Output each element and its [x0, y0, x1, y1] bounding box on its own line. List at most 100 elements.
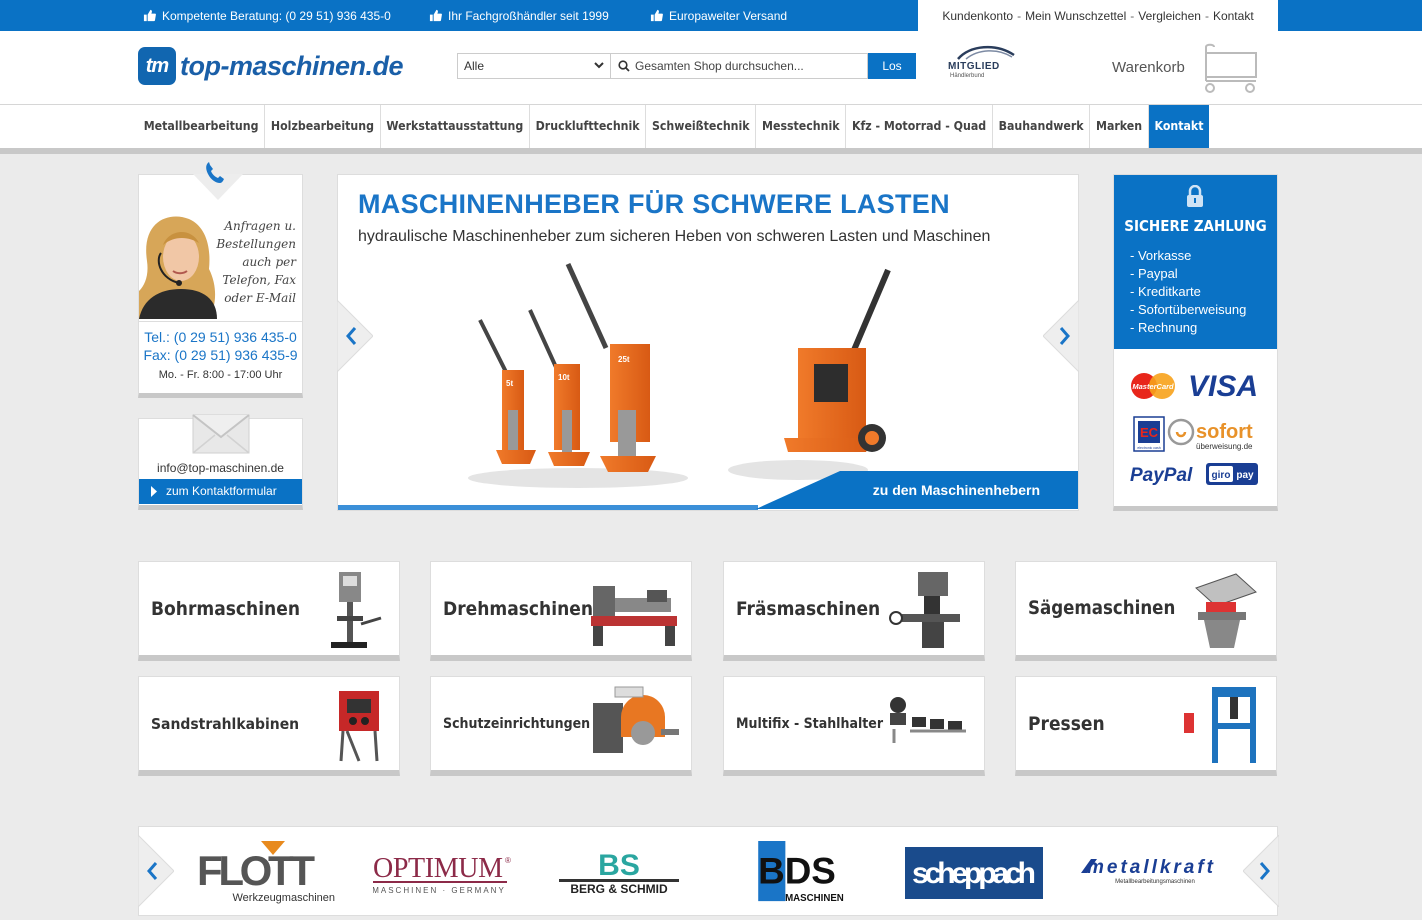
nav-item-holzbearbeitung[interactable]: Holzbearbeitung: [265, 105, 381, 148]
top-bar: Kompetente Beratung: (0 29 51) 936 435-0…: [0, 0, 1422, 31]
slider-next-button[interactable]: [1043, 300, 1079, 372]
hero-slider: MASCHINENHEBER FÜR SCHWERE LASTEN hydrau…: [337, 174, 1079, 511]
nav-divider: [0, 148, 1422, 154]
search-bar: Alle Gesamten Shop durchsuchen... Los: [457, 53, 916, 79]
cart-label[interactable]: Warenkorb: [1112, 59, 1185, 76]
payment-header: SICHERE ZAHLUNG - Vorkasse - Paypal - Kr…: [1114, 175, 1277, 349]
mastercard-text: MasterCard: [1132, 382, 1174, 391]
slide-accent-stripe: [338, 505, 758, 510]
thumbs-up-icon: [650, 9, 663, 22]
bds-text: BDS: [758, 851, 836, 892]
logo-text: top-maschinen.de: [180, 50, 404, 81]
brands-prev-button[interactable]: [138, 835, 174, 907]
category-tile-pressen[interactable]: Pressen: [1015, 676, 1277, 776]
contact-note-line: Bestellungen: [216, 237, 296, 251]
brand-logo-bds[interactable]: BDS MASCHINEN: [745, 841, 849, 905]
jack-label-5t: 5t: [506, 379, 513, 388]
sofort-logo: sofort überweisung.de: [1167, 418, 1253, 451]
secure-payment-box: SICHERE ZAHLUNG - Vorkasse - Paypal - Kr…: [1113, 174, 1278, 511]
jack-label-10t: 10t: [558, 373, 570, 382]
email-address[interactable]: info@top-maschinen.de: [139, 461, 302, 475]
search-category-value: Alle: [464, 59, 485, 73]
payment-method: - Rechnung: [1130, 320, 1198, 335]
optimum-registered-mark: ®: [505, 856, 511, 865]
brand-logo-metallkraft[interactable]: metallkraft Metallbearbeitungsmaschinen: [1079, 841, 1219, 905]
nav-item-schweisstechnik[interactable]: Schweißtechnik: [646, 105, 757, 148]
search-button[interactable]: Los: [868, 53, 916, 79]
tool-holder-image: [890, 697, 966, 743]
nav-item-marken[interactable]: Marken: [1090, 105, 1149, 148]
search-category-select[interactable]: Alle: [457, 53, 611, 79]
category-tile-fraesmaschinen[interactable]: Fräsmaschinen: [723, 561, 985, 661]
brands-next-button[interactable]: [1243, 835, 1279, 907]
brand-logo-flott[interactable]: FLOTT Werkzeugmaschinen: [195, 841, 337, 905]
payment-method: - Sofortüberweisung: [1130, 302, 1247, 317]
workshop-press-image: [1184, 687, 1256, 763]
payment-methods: - Vorkasse - Paypal - Kreditkarte - Sofo…: [1130, 247, 1246, 337]
nav-item-bauhandwerk[interactable]: Bauhandwerk: [993, 105, 1091, 148]
optimum-text: OPTIMUM: [373, 853, 503, 884]
payment-method: - Paypal: [1130, 266, 1178, 281]
nav-list: Metallbearbeitung Holzbearbeitung Werkst…: [138, 105, 1210, 148]
main-navigation: Metallbearbeitung Holzbearbeitung Werkst…: [0, 105, 1422, 149]
cart-icon[interactable]: [1200, 43, 1262, 95]
link-customer-account[interactable]: Kundenkonto: [942, 9, 1013, 23]
site-logo[interactable]: tm top-maschinen.de: [138, 47, 404, 85]
contact-form-link-label: zum Kontaktformular: [166, 484, 277, 498]
mastercard-logo: MasterCard: [1131, 373, 1175, 399]
brand-logo-scheppach[interactable]: scheppach: [905, 841, 1043, 905]
badge-swoosh-icon: [957, 45, 1015, 60]
category-tile-schutzeinrichtungen[interactable]: Schutzeinrichtungen: [430, 676, 692, 776]
nav-item-kfz[interactable]: Kfz - Motorrad - Quad: [846, 105, 993, 148]
payment-method: - Vorkasse: [1130, 248, 1192, 263]
haendlerbund-member-badge[interactable]: MITGLIED Händlerbund: [948, 43, 1018, 83]
link-wishlist[interactable]: Mein Wunschzettel: [1025, 9, 1126, 23]
contact-note: Anfragen u. Bestellungen auch per Telefo…: [206, 217, 296, 307]
machine-jacks-image: 5t 10t 25t: [468, 262, 891, 488]
usp-consulting: Kompetente Beratung: (0 29 51) 936 435-0: [143, 0, 391, 31]
contact-note-line: oder E-Mail: [224, 291, 296, 305]
category-name: Sandstrahlkabinen: [151, 715, 300, 733]
sofort-subtext: überweisung.de: [1196, 442, 1253, 451]
usp-shipping-text: Europaweiter Versand: [669, 8, 788, 23]
metallkraft-text: metallkraft: [1087, 857, 1214, 878]
search-input[interactable]: Gesamten Shop durchsuchen...: [611, 53, 868, 79]
thumbs-up-icon: [429, 9, 442, 22]
brand-carousel: FLOTT Werkzeugmaschinen OPTIMUM ® MASCHI…: [138, 826, 1279, 916]
payment-title: SICHERE ZAHLUNG: [1124, 217, 1267, 235]
paypal-logo: PayPal: [1130, 465, 1193, 486]
link-separator: -: [1130, 8, 1135, 23]
category-tile-bohrmaschinen[interactable]: Bohrmaschinen: [138, 561, 400, 661]
chevron-down-icon: [594, 62, 604, 69]
link-compare[interactable]: Vergleichen: [1138, 9, 1201, 23]
ec-text: EC: [1140, 425, 1159, 440]
category-tile-multifix[interactable]: Multifix - Stahlhalter: [723, 676, 985, 776]
category-name: Fräsmaschinen: [736, 598, 881, 620]
band-saw-image: [1195, 573, 1257, 648]
sofort-text: sofort: [1196, 421, 1253, 443]
category-tile-drehmaschinen[interactable]: Drehmaschinen: [430, 561, 692, 661]
link-contact[interactable]: Kontakt: [1213, 9, 1254, 23]
link-separator: -: [1204, 8, 1209, 23]
nav-item-drucklufttechnik[interactable]: Drucklufttechnik: [530, 105, 647, 148]
phone-number[interactable]: Tel.: (0 29 51) 936 435-0: [139, 329, 302, 345]
flott-text: FLOTT: [197, 847, 315, 894]
flott-subtext: Werkzeugmaschinen: [232, 892, 335, 904]
business-hours: Mo. - Fr. 8:00 - 17:00 Uhr: [158, 369, 283, 381]
brand-logo-optimum[interactable]: OPTIMUM ® MASCHINEN · GERMANY: [373, 841, 513, 905]
usp-since: Ihr Fachgroßhändler seit 1999: [429, 0, 609, 31]
nav-item-werkstattausstattung[interactable]: Werkstattausstattung: [381, 105, 530, 148]
sandblasting-cabinet-image: [339, 691, 379, 762]
giropay-logo: giro pay: [1206, 463, 1258, 485]
contact-form-link[interactable]: zum Kontaktformular: [139, 479, 302, 504]
category-tile-saegemaschinen[interactable]: Sägemaschinen: [1015, 561, 1277, 661]
nav-item-messtechnik[interactable]: Messtechnik: [756, 105, 847, 148]
slider-prev-button[interactable]: [337, 300, 373, 372]
category-name: Drehmaschinen: [443, 598, 594, 620]
category-tile-sandstrahlkabinen[interactable]: Sandstrahlkabinen: [138, 676, 400, 776]
nav-item-kontakt[interactable]: Kontakt: [1148, 105, 1210, 148]
category-name: Sägemaschinen: [1028, 598, 1176, 619]
lock-icon: [1187, 185, 1203, 207]
nav-item-metallbearbeitung[interactable]: Metallbearbeitung: [138, 105, 266, 148]
brand-logo-berg-schmid[interactable]: BS BERG & SCHMID: [557, 841, 681, 905]
